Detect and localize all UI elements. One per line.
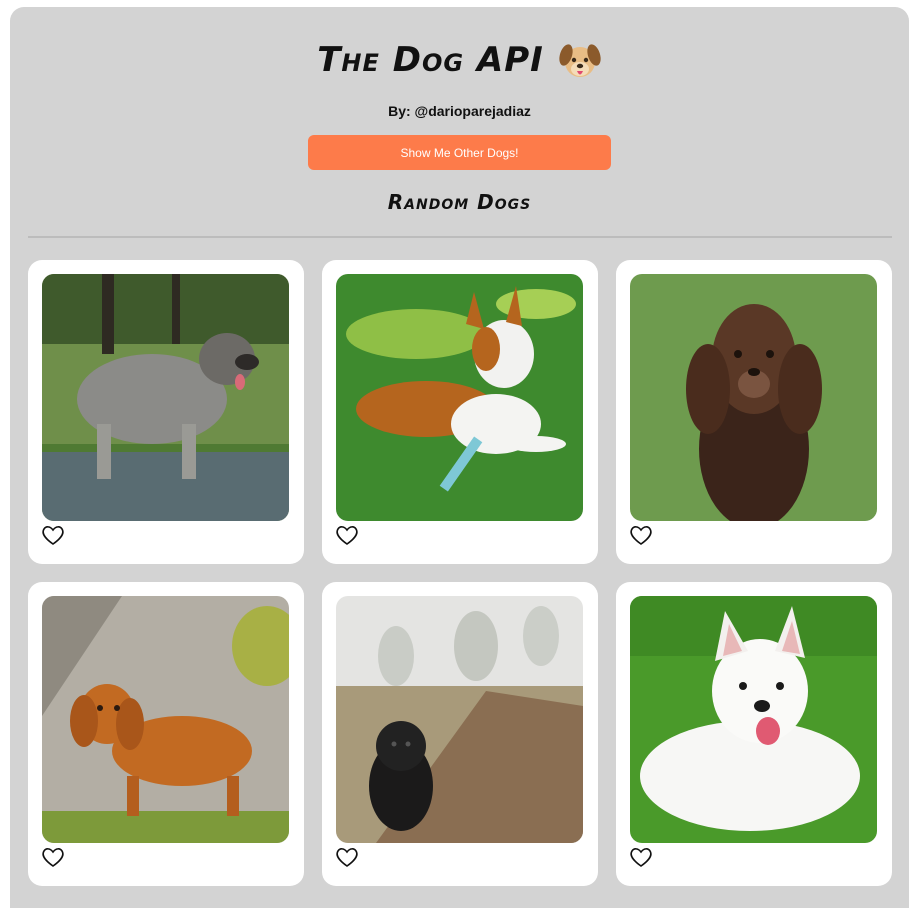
- heart-icon[interactable]: [334, 845, 360, 869]
- dog-photo: [42, 596, 289, 843]
- dog-photo: [336, 274, 583, 521]
- author-byline: By: @darioparejadiaz: [388, 103, 531, 119]
- dog-photo: [42, 274, 289, 521]
- heart-icon[interactable]: [40, 523, 66, 547]
- dog-card: [28, 582, 304, 886]
- heart-icon[interactable]: [628, 845, 654, 869]
- title-row: The Dog API: [10, 35, 909, 85]
- page-title: The Dog API: [317, 40, 544, 80]
- section-title: Random Dogs: [387, 190, 532, 214]
- divider: [28, 236, 892, 238]
- dog-card: [322, 260, 598, 564]
- show-other-dogs-button[interactable]: Show Me Other Dogs!: [308, 135, 611, 170]
- dog-card: [616, 260, 892, 564]
- dog-card: [322, 582, 598, 886]
- heart-icon[interactable]: [628, 523, 654, 547]
- dog-face-icon: [559, 44, 601, 77]
- heart-icon[interactable]: [334, 523, 360, 547]
- dog-photo: [630, 596, 877, 843]
- dog-photo: [630, 274, 877, 521]
- dog-card: [616, 582, 892, 886]
- heart-icon[interactable]: [40, 845, 66, 869]
- main-panel: The Dog API By: @darioparejadiaz Show Me…: [10, 7, 909, 908]
- dog-card: [28, 260, 304, 564]
- dog-photo: [336, 596, 583, 843]
